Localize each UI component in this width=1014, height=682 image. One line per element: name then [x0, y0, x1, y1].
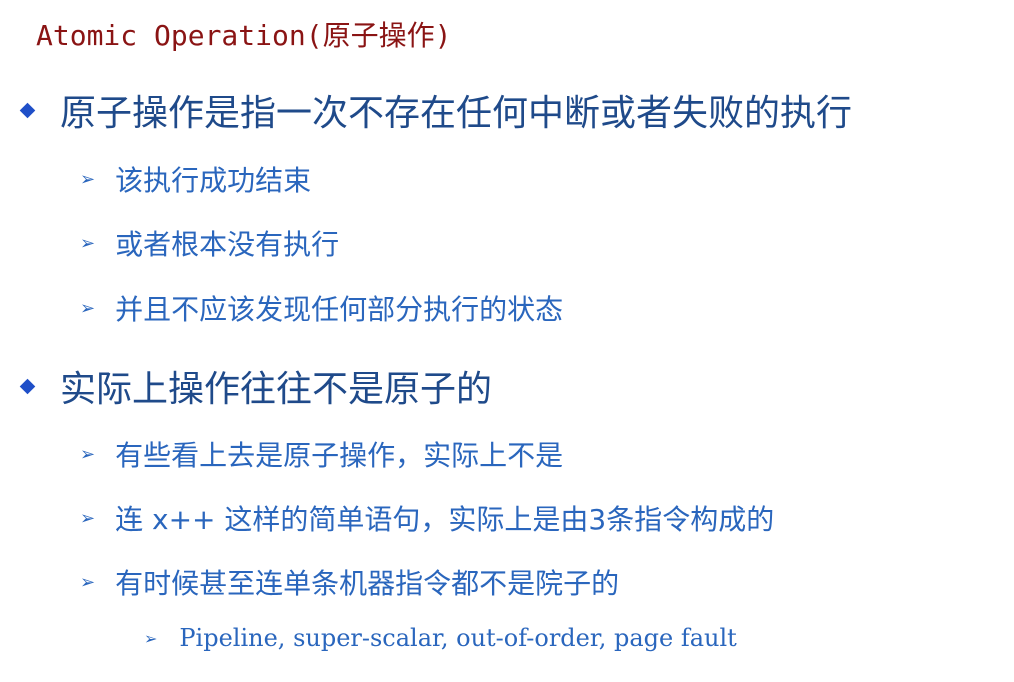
bullet-2-sub-3: ➢ 有时候甚至连单条机器指令都不是院子的 — [80, 562, 619, 602]
bullet-2-sub-1: ➢ 有些看上去是原子操作，实际上不是 — [80, 434, 563, 474]
arrow-bullet-icon: ➢ — [80, 232, 96, 254]
bullet-1-sub-2: ➢ 或者根本没有执行 — [80, 223, 339, 263]
arrow-bullet-icon: ➢ — [144, 628, 158, 648]
bullet-2: 实际上操作往往不是原子的 — [18, 360, 492, 412]
bullet-1-text: 原子操作是指一次不存在任何中断或者失败的执行 — [60, 93, 853, 134]
bullet-1-sub-3-text: 并且不应该发现任何部分执行的状态 — [115, 293, 564, 326]
arrow-bullet-icon: ➢ — [80, 571, 96, 593]
diamond-bullet-icon — [19, 378, 36, 394]
bullet-2-sub-3-text: 有时候甚至连单条机器指令都不是院子的 — [115, 567, 620, 600]
diamond-bullet-icon — [19, 102, 36, 118]
bullet-2-sub-2-text: 连 x++ 这样的简单语句，实际上是由3条指令构成的 — [115, 503, 775, 536]
arrow-bullet-icon: ➢ — [80, 443, 96, 465]
bullet-1: 原子操作是指一次不存在任何中断或者失败的执行 — [18, 84, 852, 136]
slide-title: Atomic Operation(原子操作) — [36, 19, 452, 52]
bullet-2-subsub-1-text: Pipeline, super-scalar, out-of-order, pa… — [179, 624, 737, 652]
bullet-1-sub-2-text: 或者根本没有执行 — [115, 228, 340, 261]
bullet-2-sub-2: ➢ 连 x++ 这样的简单语句，实际上是由3条指令构成的 — [80, 498, 774, 538]
bullet-1-sub-1: ➢ 该执行成功结束 — [80, 159, 311, 199]
bullet-2-sub-1-text: 有些看上去是原子操作，实际上不是 — [115, 439, 564, 472]
arrow-bullet-icon: ➢ — [80, 168, 96, 190]
bullet-2-subsub-1: ➢ Pipeline, super-scalar, out-of-order, … — [144, 624, 737, 652]
slide: Atomic Operation(原子操作) 原子操作是指一次不存在任何中断或者… — [0, 0, 1014, 682]
arrow-bullet-icon: ➢ — [80, 507, 96, 529]
bullet-1-sub-3: ➢ 并且不应该发现任何部分执行的状态 — [80, 288, 563, 328]
bullet-1-sub-1-text: 该执行成功结束 — [115, 164, 312, 197]
bullet-2-text: 实际上操作往往不是原子的 — [60, 369, 493, 410]
arrow-bullet-icon: ➢ — [80, 297, 96, 319]
